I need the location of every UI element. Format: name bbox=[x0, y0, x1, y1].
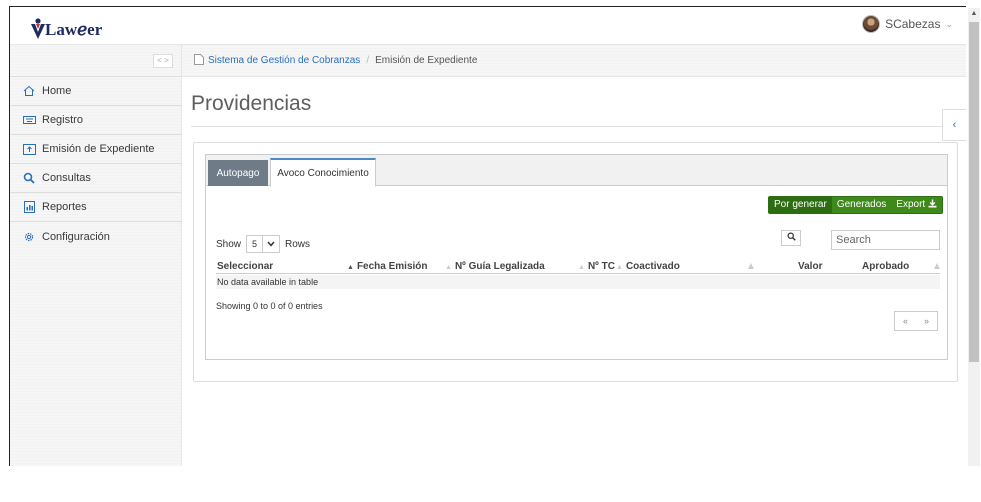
logo-text: Lawℯer bbox=[45, 20, 103, 39]
sidebar-item-emision[interactable]: Emisión de Expediente bbox=[10, 135, 181, 164]
sidebar: < > Home Registro Emisión de Expediente … bbox=[10, 45, 182, 466]
tab-widget: Autopago Avoco Conocimiento Por generar … bbox=[205, 154, 948, 360]
download-icon bbox=[928, 199, 937, 210]
sort-icon: ▲︎ bbox=[445, 264, 452, 271]
action-button-group: Por generar Generados Export bbox=[768, 196, 943, 214]
pagination: « » bbox=[894, 311, 938, 331]
sidebar-item-label: Consultas bbox=[42, 172, 91, 184]
right-panel-toggle[interactable]: ‹ bbox=[942, 109, 966, 141]
sidebar-toggle-button[interactable]: < > bbox=[153, 54, 173, 68]
search-button[interactable] bbox=[781, 230, 801, 246]
sidebar-item-label: Home bbox=[42, 85, 72, 97]
sort-icon: ▲ bbox=[616, 264, 623, 271]
col-aprobado[interactable]: Aprobado bbox=[862, 261, 909, 272]
top-bar: Lawℯer SCabezas ⌄ bbox=[10, 7, 966, 45]
page-scrollbar[interactable]: ▲ bbox=[968, 8, 980, 466]
sidebar-item-reportes[interactable]: Reportes bbox=[10, 193, 181, 222]
sort-asc-icon: ▲ bbox=[347, 264, 354, 271]
col-fecha-emision[interactable]: ▲ Fecha Emisión bbox=[347, 261, 428, 272]
sidebar-item-home[interactable]: Home bbox=[10, 77, 181, 106]
col-guia-legalizada[interactable]: ▲︎ Nº Guía Legalizada bbox=[445, 261, 545, 272]
logo[interactable]: Lawℯer bbox=[30, 14, 102, 40]
gear-icon bbox=[22, 230, 36, 244]
sort-icon: ▲ bbox=[746, 261, 756, 272]
sort-icon: ▲ bbox=[932, 261, 942, 272]
col-label: Fecha Emisión bbox=[356, 261, 428, 272]
search-icon bbox=[22, 171, 36, 185]
rows-per-page-select[interactable]: 5 bbox=[246, 235, 281, 253]
rows-value: 5 bbox=[247, 236, 264, 252]
sidebar-item-label: Registro bbox=[42, 114, 83, 126]
breadcrumb-separator: / bbox=[366, 55, 370, 66]
sort-icon: ▲ bbox=[578, 264, 585, 271]
generados-button[interactable]: Generados bbox=[832, 197, 891, 213]
upload-icon bbox=[22, 142, 36, 156]
logo-mark-icon bbox=[31, 18, 45, 39]
col-label: Nº TC bbox=[587, 261, 615, 272]
col-label: Nº Guía Legalizada bbox=[454, 261, 545, 272]
pager-prev-button[interactable]: « bbox=[903, 316, 908, 326]
sidebar-item-label: Emisión de Expediente bbox=[42, 143, 155, 155]
app-window: Lawℯer SCabezas ⌄ < > Home Registro Emis… bbox=[9, 6, 966, 466]
tab-avoco-conocimiento[interactable]: Avoco Conocimiento bbox=[270, 158, 376, 187]
show-label: Show bbox=[216, 238, 242, 250]
sidebar-item-label: Reportes bbox=[42, 201, 87, 213]
tab-autopago[interactable]: Autopago bbox=[208, 160, 268, 186]
por-generar-button[interactable]: Por generar bbox=[769, 197, 832, 213]
col-seleccionar[interactable]: Seleccionar bbox=[217, 261, 273, 272]
report-icon bbox=[22, 200, 36, 214]
keyboard-icon bbox=[22, 113, 36, 127]
col-label: Coactivado bbox=[625, 261, 680, 272]
scroll-up-icon[interactable]: ▲ bbox=[968, 8, 980, 20]
col-coactivado[interactable]: ▲ Coactivado bbox=[616, 261, 680, 272]
scroll-thumb[interactable] bbox=[969, 22, 979, 362]
user-menu[interactable]: SCabezas ⌄ bbox=[862, 15, 953, 33]
export-button[interactable]: Export bbox=[891, 197, 942, 213]
table-info: Showing 0 to 0 of 0 entries bbox=[216, 301, 323, 311]
sidebar-item-consultas[interactable]: Consultas bbox=[10, 164, 181, 193]
search-input[interactable] bbox=[831, 230, 940, 250]
breadcrumb-current: Emisión de Expediente bbox=[375, 55, 478, 66]
sidebar-item-configuracion[interactable]: Configuración bbox=[10, 222, 181, 251]
home-icon bbox=[22, 84, 36, 98]
breadcrumb-link-root[interactable]: Sistema de Gestión de Cobranzas bbox=[208, 55, 360, 66]
sidebar-item-label: Configuración bbox=[42, 230, 110, 243]
col-tc[interactable]: ▲ Nº TC bbox=[578, 261, 615, 272]
tab-strip: Autopago Avoco Conocimiento bbox=[206, 155, 947, 187]
title-divider bbox=[191, 126, 953, 127]
content-panel: Autopago Avoco Conocimiento Por generar … bbox=[193, 142, 958, 382]
sidebar-item-registro[interactable]: Registro bbox=[10, 106, 181, 135]
rows-label: Rows bbox=[285, 238, 311, 250]
col-valor[interactable]: Valor bbox=[798, 261, 822, 272]
page-title: Providencias bbox=[191, 92, 312, 115]
chevron-down-icon bbox=[263, 239, 279, 249]
page-length-control: Show 5 Rows bbox=[216, 235, 310, 253]
chevron-down-icon: ⌄ bbox=[945, 18, 953, 29]
breadcrumb: Sistema de Gestión de Cobranzas / Emisió… bbox=[182, 45, 966, 77]
export-label: Export bbox=[896, 199, 926, 210]
pager-next-button[interactable]: » bbox=[924, 316, 929, 326]
table-header: Seleccionar ▲ Fecha Emisión ▲︎ Nº Guía Leg… bbox=[216, 260, 942, 274]
table-empty-row: No data available in table bbox=[216, 275, 940, 289]
page-icon bbox=[194, 53, 204, 68]
search-icon bbox=[787, 232, 796, 241]
avatar bbox=[862, 15, 881, 33]
chevron-left-icon: ‹ bbox=[952, 119, 957, 131]
user-name: SCabezas bbox=[885, 17, 941, 31]
sidebar-header: < > bbox=[10, 45, 181, 77]
